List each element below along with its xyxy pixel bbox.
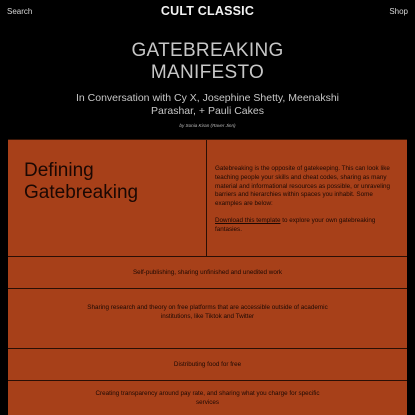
page-title: GATEBREAKING MANIFESTO (0, 40, 415, 84)
defining-description-cell: Gatebreaking is the opposite of gatekeep… (215, 165, 395, 243)
defining-description: Gatebreaking is the opposite of gatekeep… (215, 165, 391, 208)
page-subtitle: In Conversation with Cy X, Josephine She… (75, 92, 340, 117)
template-paragraph: Download this template to explore your o… (215, 217, 395, 235)
download-template-link[interactable]: Download this template (215, 217, 280, 224)
example-text: Distributing food for free (173, 361, 242, 368)
defining-heading: Defining Gatebreaking (24, 160, 138, 204)
defining-section: Defining Gatebreaking Gatebreaking is th… (8, 140, 407, 257)
example-text: Creating transparency around pay rate, a… (95, 390, 320, 406)
article-header: GATEBREAKING MANIFESTO In Conversation w… (0, 40, 415, 128)
example-text: Sharing research and theory on free plat… (87, 304, 328, 320)
example-row: Creating transparency around pay rate, a… (8, 381, 407, 415)
example-text: Self-publishing, sharing unfinished and … (132, 269, 283, 276)
manifesto-panel: Defining Gatebreaking Gatebreaking is th… (8, 139, 407, 415)
title-line-2: MANIFESTO (150, 62, 265, 83)
shop-link[interactable]: Shop (389, 7, 408, 16)
title-line-1: GATEBREAKING (131, 40, 284, 61)
example-row: Self-publishing, sharing unfinished and … (8, 257, 407, 289)
defining-heading-line-1: Defining (24, 160, 94, 181)
example-row: Sharing research and theory on free plat… (8, 289, 407, 349)
author-byline: by Sonia Kiran (Raver Jinn) (179, 123, 236, 128)
defining-title-cell: Defining Gatebreaking (8, 140, 207, 256)
defining-heading-line-2: Gatebreaking (24, 182, 139, 203)
top-navigation: Search CULT CLASSIC Shop (0, 0, 415, 24)
site-logo[interactable]: CULT CLASSIC (0, 4, 415, 18)
example-row: Distributing food for free (8, 349, 407, 381)
